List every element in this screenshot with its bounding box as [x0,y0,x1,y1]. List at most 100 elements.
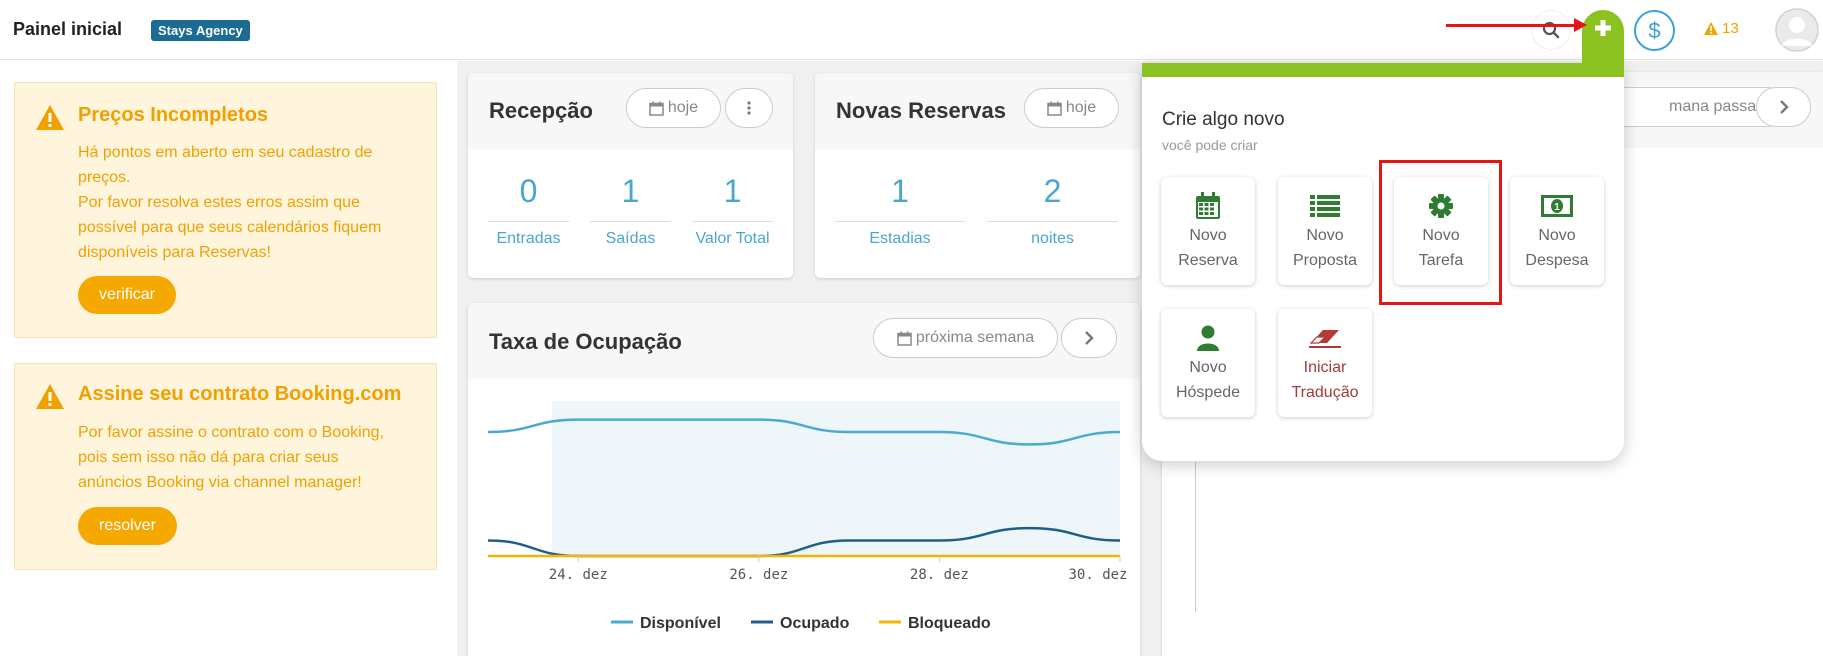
calendar-icon [649,101,664,116]
x-tick-label: 26. dez [729,567,788,583]
stat-saidas[interactable]: 1 Saídas [590,170,671,248]
stat-label: noites [1031,230,1074,247]
top-bar: Painel inicial Stays Agency $ 13 [0,0,1823,60]
warning-icon [1704,22,1718,35]
warning-line: Há pontos em aberto em seu cadastro de [78,144,373,161]
dropdown-title: Crie algo novo [1162,109,1285,130]
card-title: Taxa de Ocupação [489,329,682,354]
tile-label: Iniciar Tradução [1291,359,1359,401]
plot-band [552,401,1120,556]
tile-label: Novo Hóspede [1175,359,1241,401]
date-filter-button[interactable]: hoje [626,88,721,128]
avatar[interactable] [1775,8,1819,52]
more-options-button[interactable] [725,88,773,128]
stat-value: 2 [1043,173,1062,209]
warning-icon [36,384,64,409]
warning-title: Preços Incompletos [78,104,269,126]
x-tick-label: 28. dez [910,567,969,583]
chevron-right-icon [1085,331,1094,345]
stat-noites[interactable]: 2 noites [987,170,1118,248]
date-filter-label: próxima semana [915,329,1035,346]
annotation-highlight-box [1379,160,1502,305]
legend-label: Bloqueado [908,615,991,632]
chevron-right-icon [1779,100,1789,114]
search-button[interactable] [1531,10,1571,50]
warning-card-prices: Preços Incompletos Há pontos em aberto e… [14,82,437,338]
annotation-arrow [1446,24,1576,27]
legend-label: Disponível [640,615,721,632]
warning-line: Por favor resolva estes erros assim que [78,194,360,211]
tile-label: Novo Reserva [1178,227,1238,269]
occupancy-card: Taxa de Ocupação próxima semana 24. dez 2… [468,303,1140,656]
occupancy-chart: 24. dez 26. dez 28. dez 30. dez Disponível Oc… [487,401,1128,632]
warning-line: anúncios Booking via channel manager! [78,474,362,491]
date-filter-button[interactable]: próxima semana [873,318,1058,358]
stat-estadias[interactable]: 1 Estadias [835,170,965,248]
next-period-button[interactable] [1061,318,1117,358]
axis-line [1195,462,1196,612]
warning-line: preços. [78,169,131,186]
card-header: Recepção hoje [468,73,793,149]
tile-label: Novo Despesa [1525,227,1589,269]
x-tick-label: 30. dez [1068,567,1127,583]
agency-badge[interactable]: Stays Agency [151,20,250,41]
vertical-dots-icon [747,101,751,115]
plus-icon [1595,20,1611,36]
new-bookings-card: Novas Reservas hoje 1 Estadias 2 noites [815,73,1140,278]
create-new-button[interactable] [1582,10,1624,70]
start-translation-tile[interactable]: Iniciar Tradução [1278,309,1372,417]
warning-title: Assine seu contrato Booking.com [78,383,402,405]
eraser-icon [1309,330,1341,348]
dropdown-accent-bar [1142,63,1624,77]
user-avatar-icon [1775,8,1819,52]
stat-value: 0 [519,173,538,209]
warning-line: possível para que seus calendários fique… [78,219,382,236]
money-icon: 1 [1541,195,1573,217]
warning-line: pois sem isso não dá para criar seus [78,449,339,466]
alerts-button[interactable]: 13 [1703,20,1739,37]
calendar-icon [897,331,912,346]
alert-count: 13 [1722,20,1739,37]
date-filter-label: hoje [667,99,699,116]
finance-button[interactable]: $ [1634,10,1675,51]
new-expense-tile[interactable]: 1 Novo Despesa [1510,177,1604,285]
verify-button[interactable]: verificar [78,276,177,314]
legend-item-ocupado[interactable]: Ocupado [751,615,850,632]
card-title: Recepção [489,98,593,123]
warning-text: Há pontos em aberto em seu cadastro de p… [78,140,423,265]
legend-item-bloqueado[interactable]: Bloqueado [879,615,991,632]
list-icon [1310,195,1340,217]
stat-value: 1 [621,173,640,209]
date-filter-label: hoje [1065,99,1097,116]
legend-label: Ocupado [780,615,850,632]
calendar-icon [1196,192,1220,219]
new-proposal-tile[interactable]: Novo Proposta [1278,177,1372,285]
tile-label: Novo Proposta [1292,227,1358,269]
stat-value: 1 [723,173,742,209]
card-header: Taxa de Ocupação próxima semana [468,303,1140,379]
resolve-button[interactable]: resolver [78,507,177,545]
page-title: Painel inicial [13,19,123,39]
card-title: Novas Reservas [836,98,1007,123]
svg-text:1: 1 [1554,202,1560,213]
next-period-button[interactable] [1756,87,1811,127]
stat-label: Saídas [605,230,656,247]
stat-label: Valor Total [695,230,770,247]
legend-item-disponível[interactable]: Disponível [611,615,721,632]
stat-value: 1 [891,173,909,209]
new-reservation-tile[interactable]: Novo Reserva [1161,177,1255,285]
stat-valor-total[interactable]: 1 Valor Total [692,170,773,248]
dropdown-subtitle: você pode criar [1162,137,1258,153]
stat-entradas[interactable]: 0 Entradas [488,170,569,248]
warning-line: Por favor assine o contrato com o Bookin… [78,424,384,441]
warning-icon [36,105,64,130]
stat-label: Estadias [869,230,931,247]
warning-text: Por favor assine o contrato com o Bookin… [78,420,423,495]
warning-card-booking: Assine seu contrato Booking.com Por favo… [14,363,437,570]
new-guest-tile[interactable]: Novo Hóspede [1161,309,1255,417]
date-filter-button[interactable]: hoje [1024,88,1119,128]
reception-card: Recepção hoje 0 Entradas 1 Saídas 1 Valo… [468,73,793,278]
stat-label: Entradas [496,230,561,247]
calendar-icon [1047,101,1062,116]
card-header: Novas Reservas hoje [815,73,1140,149]
